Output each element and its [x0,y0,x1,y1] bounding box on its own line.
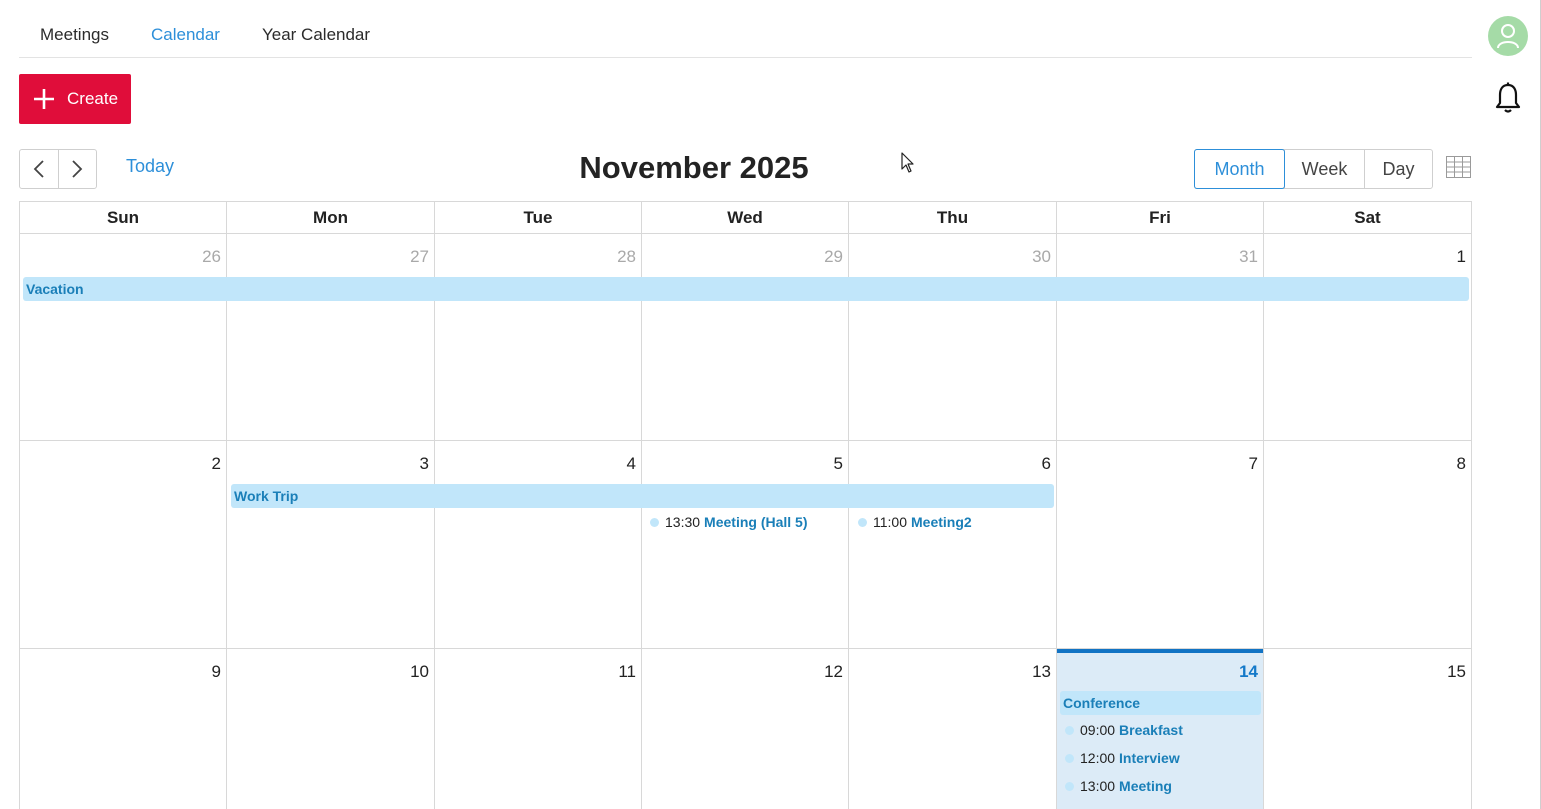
event-time: 09:00 [1080,722,1116,738]
chevron-right-icon [72,160,83,178]
event-vacation[interactable]: Vacation [23,277,1469,301]
event-time: 13:00 [1080,778,1116,794]
day-number[interactable]: 4 [435,454,636,474]
bell-icon [1495,82,1521,113]
event-title: Breakfast [1119,722,1183,738]
event-meeting[interactable]: 13:00 Meeting [1065,777,1172,795]
day-number[interactable]: 13 [849,662,1051,682]
weekday-fri: Fri [1149,208,1171,227]
grid-line [20,648,1472,649]
weekday-sat: Sat [1354,208,1381,227]
day-number[interactable]: 12 [642,662,843,682]
event-breakfast[interactable]: 09:00 Breakfast [1065,721,1183,739]
create-label: Create [67,89,119,108]
event-dot [1065,753,1074,763]
event-meeting2[interactable]: 11:00 Meeting2 [858,513,972,531]
tab-calendar[interactable]: Calendar [130,14,241,58]
day-number[interactable]: 1 [1264,247,1466,267]
user-icon [1497,24,1519,49]
day-number[interactable]: 8 [1264,454,1466,474]
event-time: 12:00 [1080,750,1116,766]
grid-line [1471,202,1472,809]
day-number[interactable]: 11 [435,662,636,682]
day-number[interactable]: 10 [227,662,429,682]
weekday-wed: Wed [727,208,763,227]
event-title: Meeting (Hall 5) [704,514,808,530]
grid-line [20,440,1472,441]
day-number[interactable]: 27 [227,247,429,267]
weekday-mon: Mon [313,208,348,227]
period-title: November 2025 [579,150,809,185]
grid-icon[interactable] [1446,156,1471,178]
today-button[interactable]: Today [126,156,174,177]
mouse-cursor-icon [901,152,914,173]
event-dot [650,517,659,527]
view-switcher: Month Week Day [1194,149,1433,189]
day-number[interactable]: 9 [20,662,221,682]
weekday-thu: Thu [936,208,969,227]
tab-bar: Meetings Calendar Year Calendar [19,14,1472,58]
event-work-trip[interactable]: Work Trip [231,484,1054,508]
tab-meetings[interactable]: Meetings [19,14,130,58]
month-calendar: Sun Mon Tue Wed Thu Fri Sat 26 27 28 29 … [19,201,1472,809]
day-number[interactable]: 29 [642,247,843,267]
create-button[interactable]: Create [19,74,131,124]
plus-icon [34,89,54,109]
event-dot [1065,781,1074,791]
weekday-sun: Sun [106,208,140,227]
today-indicator [1057,649,1264,653]
event-conference[interactable]: Conference [1060,691,1261,715]
event-dot [1065,725,1074,735]
avatar[interactable] [1488,16,1528,56]
event-title: Meeting2 [911,514,972,530]
view-month-button[interactable]: Month [1195,150,1284,188]
day-number[interactable]: 6 [849,454,1051,474]
chevron-left-icon [33,160,44,178]
day-number[interactable]: 5 [642,454,843,474]
day-number[interactable]: 15 [1264,662,1466,682]
notifications-button[interactable] [1493,81,1523,115]
day-number[interactable]: 3 [227,454,429,474]
next-button[interactable] [57,150,97,188]
day-number-today[interactable]: 14 [1057,662,1258,682]
tab-year-calendar[interactable]: Year Calendar [241,14,391,58]
day-number[interactable]: 2 [20,454,221,474]
event-title: Interview [1119,750,1180,766]
event-time: 11:00 [873,514,907,530]
day-number[interactable]: 26 [20,247,221,267]
prev-button[interactable] [20,150,58,188]
view-day-button[interactable]: Day [1364,150,1432,188]
event-title: Meeting [1119,778,1172,794]
event-dot [858,517,867,527]
period-nav [19,149,97,189]
event-time: 13:30 [665,514,701,530]
day-number[interactable]: 28 [435,247,636,267]
event-meeting-hall-5[interactable]: 13:30 Meeting (Hall 5) [650,513,808,531]
day-number[interactable]: 31 [1057,247,1258,267]
day-number[interactable]: 30 [849,247,1051,267]
event-interview[interactable]: 12:00 Interview [1065,749,1180,767]
day-number[interactable]: 7 [1057,454,1258,474]
weekday-tue: Tue [523,208,553,227]
view-week-button[interactable]: Week [1284,150,1364,188]
